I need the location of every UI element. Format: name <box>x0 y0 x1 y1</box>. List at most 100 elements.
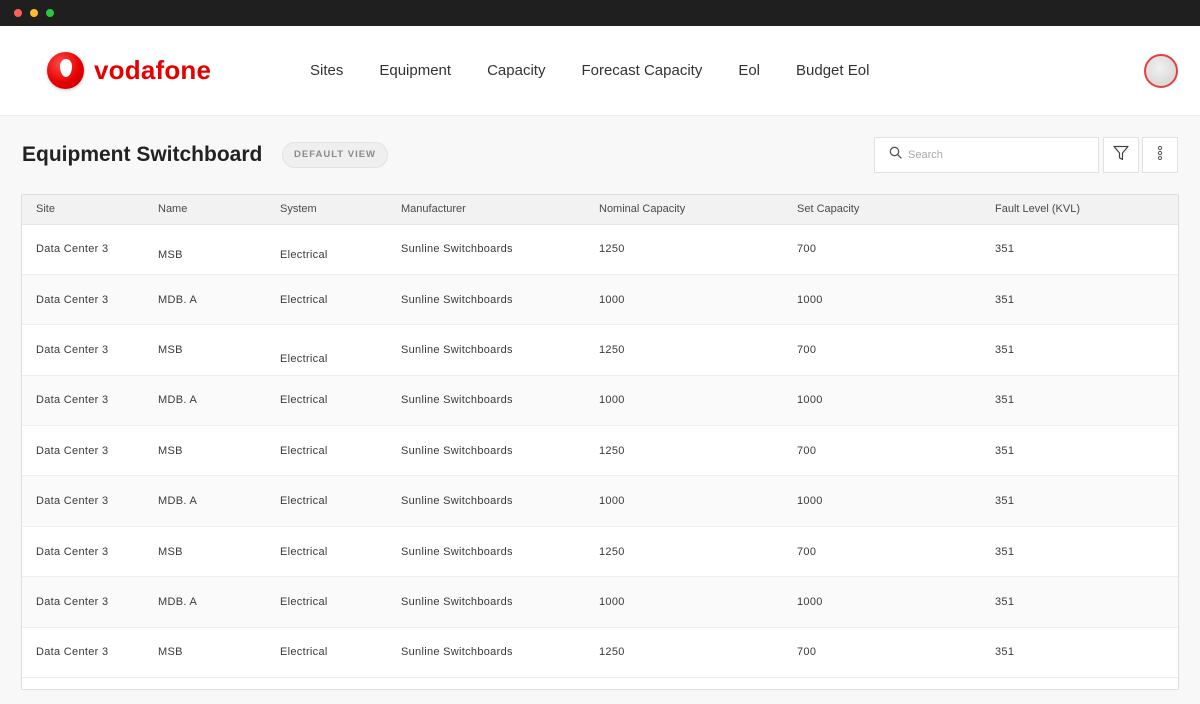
cell-fault-level: 351 <box>981 274 1178 326</box>
cell-nominal-capacity: 1000 <box>585 576 783 628</box>
table-row[interactable]: Data Center 3 MSB Electrical Sunline Switch… <box>22 526 1178 578</box>
cell-manufacturer: Sunline Switchboards <box>387 576 585 628</box>
cell-fault-level: 351 <box>981 425 1178 477</box>
cell-nominal-capacity: 1250 <box>585 425 783 477</box>
search-icon <box>889 146 902 164</box>
column-header-nominal-capacity[interactable]: Nominal Capacity <box>585 195 783 225</box>
table-row[interactable]: Data Center 3 MDB. A Electrical Sunline Swi… <box>22 576 1178 628</box>
cell-system: Electrical <box>266 375 387 427</box>
cell-set-capacity: 1000 <box>783 475 981 527</box>
cell-fault-level: 351 <box>981 627 1178 679</box>
cell-name: MSB <box>144 324 266 376</box>
cell-site: Data Center 3 <box>22 475 144 527</box>
search-input[interactable] <box>908 149 1088 161</box>
nav-item-budget-eol[interactable]: Budget Eol <box>796 62 869 79</box>
column-header-site[interactable]: Site <box>22 195 144 225</box>
cell-system: Electrical <box>266 475 387 527</box>
cell-manufacturer: Sunline Switchboards <box>387 627 585 679</box>
equipment-table: Site Name System Manufacturer Nominal Ca… <box>22 195 1178 679</box>
cell-system: Electrical <box>266 425 387 477</box>
cell-fault-level: 351 <box>981 375 1178 427</box>
cell-fault-level: 351 <box>981 576 1178 628</box>
table-row[interactable]: Data Center 3 MSB Electrical Sunline Switch… <box>22 425 1178 477</box>
table-row[interactable]: Data Center 3 MDB. A Electrical Sunline Swi… <box>22 274 1178 326</box>
page-toolbar: Equipment Switchboard DEFAULT VIEW <box>0 116 1200 194</box>
browser-window: vodafone Sites Equipment Capacity Foreca… <box>0 0 1200 704</box>
cell-name: MSB <box>144 224 266 275</box>
table-row[interactable]: Data Center 3 MSB Electrical Sunline Switch… <box>22 324 1178 376</box>
cell-name: MDB. A <box>144 576 266 628</box>
cell-site: Data Center 3 <box>22 526 144 578</box>
cell-system: Electrical <box>266 576 387 628</box>
cell-nominal-capacity: 1000 <box>585 475 783 527</box>
cell-set-capacity: 1000 <box>783 274 981 326</box>
column-header-system[interactable]: System <box>266 195 387 225</box>
brand-logo[interactable]: vodafone <box>47 52 211 89</box>
cell-set-capacity: 1000 <box>783 375 981 427</box>
cell-site: Data Center 3 <box>22 375 144 427</box>
cell-manufacturer: Sunline Switchboards <box>387 375 585 427</box>
minimize-window-button[interactable] <box>30 9 38 17</box>
cell-fault-level: 351 <box>981 224 1178 275</box>
cell-manufacturer: Sunline Switchboards <box>387 475 585 527</box>
cell-name: MSB <box>144 425 266 477</box>
cell-name: MDB. A <box>144 475 266 527</box>
table-body: Data Center 3 MSB Electrical Sunline Switch… <box>22 224 1178 679</box>
cell-nominal-capacity: 1000 <box>585 274 783 326</box>
table-row[interactable]: Data Center 3 MSB Electrical Sunline Switch… <box>22 224 1178 275</box>
column-header-manufacturer[interactable]: Manufacturer <box>387 195 585 225</box>
table-row[interactable]: Data Center 3 MDB. A Electrical Sunline Swi… <box>22 475 1178 527</box>
nav-item-capacity[interactable]: Capacity <box>487 62 545 79</box>
cell-set-capacity: 700 <box>783 324 981 376</box>
cell-fault-level: 351 <box>981 475 1178 527</box>
column-header-set-capacity[interactable]: Set Capacity <box>783 195 981 225</box>
user-avatar[interactable] <box>1144 54 1178 88</box>
cell-site: Data Center 3 <box>22 425 144 477</box>
cell-manufacturer: Sunline Switchboards <box>387 324 585 376</box>
nav-item-sites[interactable]: Sites <box>310 62 343 79</box>
cell-nominal-capacity: 1250 <box>585 526 783 578</box>
cell-fault-level: 351 <box>981 324 1178 376</box>
view-selector-badge[interactable]: DEFAULT VIEW <box>282 142 389 168</box>
cell-site: Data Center 3 <box>22 224 144 275</box>
cell-set-capacity: 700 <box>783 224 981 275</box>
search-box[interactable] <box>874 137 1099 173</box>
cell-name: MSB <box>144 526 266 578</box>
cell-fault-level: 351 <box>981 526 1178 578</box>
window-titlebar <box>0 0 1200 26</box>
table-row[interactable]: Data Center 3 MDB. A Electrical Sunline Swi… <box>22 375 1178 427</box>
cell-name: MDB. A <box>144 274 266 326</box>
filter-icon <box>1112 144 1130 167</box>
cell-site: Data Center 3 <box>22 274 144 326</box>
cell-set-capacity: 700 <box>783 526 981 578</box>
equipment-table-container: Site Name System Manufacturer Nominal Ca… <box>21 194 1179 690</box>
close-window-button[interactable] <box>14 9 22 17</box>
cell-site: Data Center 3 <box>22 627 144 679</box>
column-header-name[interactable]: Name <box>144 195 266 225</box>
cell-name: MSB <box>144 627 266 679</box>
cell-set-capacity: 700 <box>783 627 981 679</box>
cell-nominal-capacity: 1250 <box>585 224 783 275</box>
nav-item-eol[interactable]: Eol <box>738 62 760 79</box>
cell-manufacturer: Sunline Switchboards <box>387 224 585 275</box>
column-header-fault-level[interactable]: Fault Level (KVL) <box>981 195 1178 225</box>
vodafone-logo-icon <box>47 52 84 89</box>
cell-site: Data Center 3 <box>22 576 144 628</box>
cell-set-capacity: 700 <box>783 425 981 477</box>
cell-system: Electrical <box>266 324 387 376</box>
maximize-window-button[interactable] <box>46 9 54 17</box>
more-vertical-icon <box>1157 144 1163 167</box>
cell-set-capacity: 1000 <box>783 576 981 628</box>
more-options-button[interactable] <box>1142 137 1178 173</box>
filter-button[interactable] <box>1103 137 1139 173</box>
cell-system: Electrical <box>266 627 387 679</box>
cell-system: Electrical <box>266 274 387 326</box>
brand-name: vodafone <box>94 55 212 85</box>
cell-nominal-capacity: 1250 <box>585 324 783 376</box>
table-header-row: Site Name System Manufacturer Nominal Ca… <box>22 195 1178 225</box>
nav-item-forecast-capacity[interactable]: Forecast Capacity <box>581 62 702 79</box>
nav-item-equipment[interactable]: Equipment <box>379 62 451 79</box>
top-header: vodafone Sites Equipment Capacity Foreca… <box>0 26 1200 116</box>
cell-nominal-capacity: 1000 <box>585 375 783 427</box>
table-row[interactable]: Data Center 3 MSB Electrical Sunline Switch… <box>22 627 1178 679</box>
